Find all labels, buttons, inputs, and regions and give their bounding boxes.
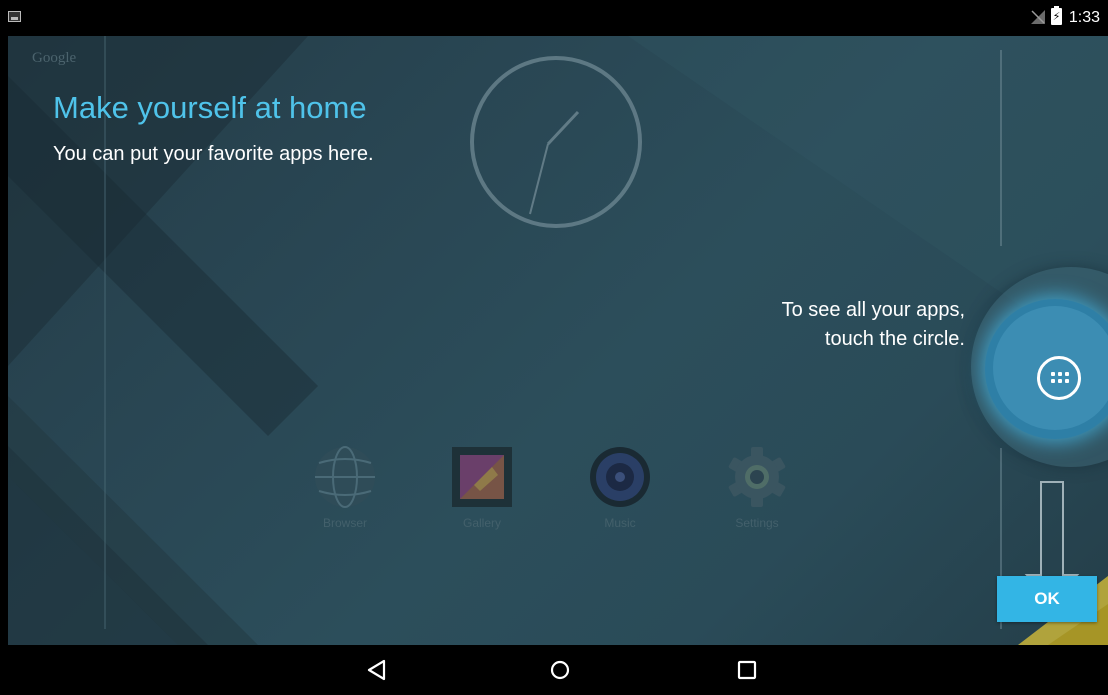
status-bar: 1:33 [0,0,1108,36]
home-icon[interactable] [547,658,573,682]
battery-charging-icon [1051,6,1062,25]
analog-clock-widget [470,56,642,228]
music-speaker-icon [590,447,650,507]
image-notification-icon [8,11,21,22]
browser-globe-icon [315,446,375,508]
ok-button[interactable]: OK [997,576,1097,622]
screen: 1:33 Google [0,0,1108,695]
status-clock: 1:33 [1068,9,1100,26]
navigation-bar [0,645,1108,695]
cling-headline: Make yourself at home [53,90,367,125]
recents-icon[interactable] [734,658,760,682]
no-signal-icon [1031,10,1045,24]
settings-gear-icon [728,447,786,507]
hotseat-app-browser[interactable]: Browser [295,445,395,545]
all-apps-hint: To see all your apps, touch the circle. [781,299,965,350]
hotseat-label-browser: Browser [322,516,367,530]
hotseat-label-settings: Settings [735,516,779,530]
hotseat-app-music[interactable]: Music [570,445,670,545]
hotseat-app-settings[interactable]: Settings [707,445,807,545]
all-apps-icon [1051,372,1069,384]
hotseat-app-gallery[interactable]: Gallery [432,445,532,545]
google-search-bar[interactable]: Google [32,50,76,67]
home-screen: Google Browser Gallery Music Settings Ma… [8,36,1108,645]
hotseat-label-music: Music [604,516,636,530]
back-icon[interactable] [364,658,390,682]
cling-subline: You can put your favorite apps here. [53,143,374,165]
all-apps-button[interactable] [1037,356,1081,400]
hotseat-label-gallery: Gallery [462,516,501,530]
gallery-icon [452,447,512,507]
